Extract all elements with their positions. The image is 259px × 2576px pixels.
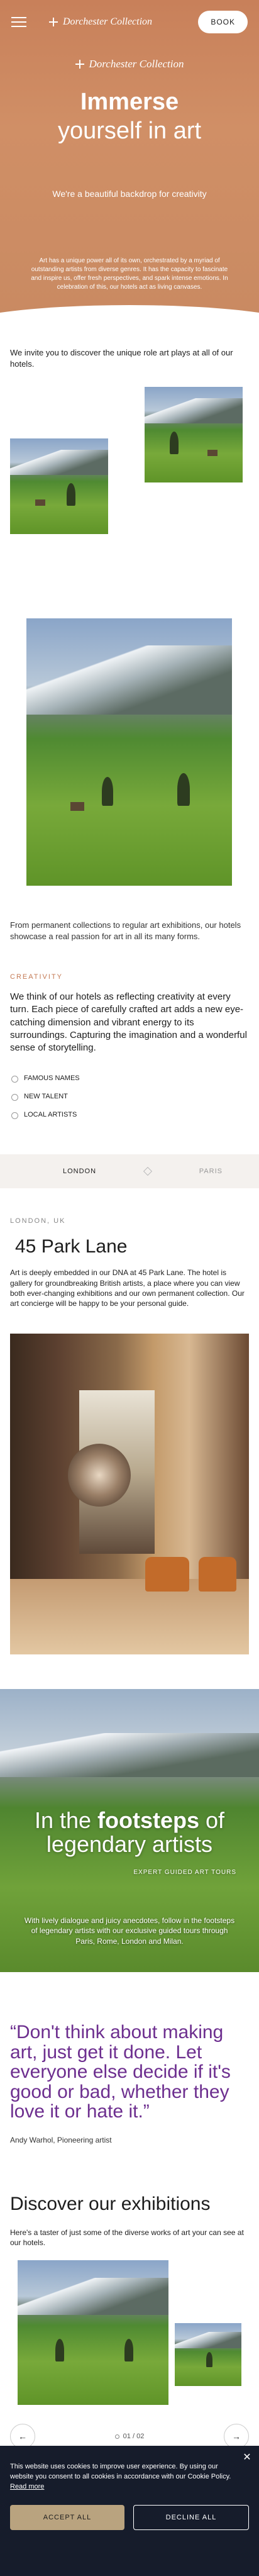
tab-london[interactable]: LONDON [63, 1168, 96, 1175]
menu-icon[interactable] [11, 17, 26, 27]
diamond-separator-icon [143, 1167, 152, 1176]
decline-all-button[interactable]: DECLINE ALL [133, 2504, 249, 2530]
location-title: 45 Park Lane [15, 1236, 128, 1257]
location-eyebrow: LONDON, UK [10, 1217, 66, 1225]
cookie-buttons: ACCEPT ALL DECLINE ALL [10, 2504, 249, 2530]
carousel-slide[interactable] [175, 2323, 241, 2387]
exhibitions-carousel [0, 2260, 259, 2411]
carousel-slide[interactable] [18, 2260, 168, 2406]
cookie-text: This website uses cookies to improve use… [10, 2462, 249, 2492]
feature-item: LOCAL ARTISTS [10, 1106, 249, 1124]
pager-dot-icon [114, 2434, 119, 2439]
exhibitions-title: Discover our exhibitions [10, 2193, 211, 2214]
art-tours-tag: EXPERT GUIDED ART TOURS [133, 1869, 236, 1876]
creativity-section: CREATIVITY We think of our hotels as ref… [0, 942, 259, 1124]
hero-title-line1: Immerse [80, 89, 179, 115]
meadow-image-right [145, 387, 243, 483]
hero-title: Immerse yourself in art [0, 88, 259, 145]
creativity-body: We think of our hotels as reflecting cre… [10, 991, 247, 1054]
meadow-image-left [10, 438, 108, 535]
brand-mark-icon [49, 18, 58, 26]
quote-section: “Don't think about making art, just get … [0, 1972, 259, 2144]
feature-item: NEW TALENT [10, 1088, 249, 1106]
hero-body: Art has a unique power all of its own, o… [31, 257, 228, 291]
hero-logo-text: Dorchester Collection [89, 58, 184, 70]
accept-all-button[interactable]: ACCEPT ALL [10, 2504, 124, 2530]
art-tours-body: With lively dialogue and juicy anecdotes… [24, 1916, 235, 1946]
pager-text: 01 / 02 [123, 2433, 145, 2441]
art-tours-title-pre: In the [34, 1807, 98, 1834]
quote-text: “Don't think about making art, just get … [10, 2022, 231, 2122]
intro-gallery [0, 369, 259, 920]
meadow-image-large [26, 618, 232, 886]
hotel-interior-image [10, 1334, 249, 1655]
hero-title-line2: yourself in art [57, 117, 202, 144]
tab-paris[interactable]: PARIS [199, 1168, 223, 1175]
cookie-banner: ✕ This website uses cookies to improve u… [0, 2446, 259, 2576]
hero-brand-mark-icon [75, 60, 84, 69]
intro-text: We invite you to discover the unique rol… [10, 348, 233, 369]
quote-author: Andy Warhol, Pioneering artist [10, 2135, 112, 2144]
intro-caption: From permanent collections to regular ar… [10, 920, 241, 941]
creativity-eyebrow: CREATIVITY [10, 973, 63, 981]
cookie-message: This website uses cookies to improve use… [10, 2463, 231, 2480]
feature-item: FAMOUS NAMES [10, 1069, 249, 1088]
exhibitions-body: Here's a taster of just some of the dive… [10, 2228, 244, 2247]
top-bar: Dorchester Collection BOOK [0, 0, 259, 44]
location-section: LONDON, UK 45 Park Lane Art is deeply em… [0, 1188, 259, 1308]
cookie-read-more-link[interactable]: Read more [10, 2483, 44, 2490]
feature-list: FAMOUS NAMES NEW TALENT LOCAL ARTISTS [0, 1054, 259, 1124]
hero-logo: Dorchester Collection [0, 58, 259, 70]
brand-name: Dorchester Collection [63, 16, 153, 27]
book-button[interactable]: BOOK [198, 11, 248, 33]
close-icon[interactable]: ✕ [241, 2452, 253, 2463]
art-tours-title: In the footsteps of legendary artists [0, 1809, 259, 1856]
hero: Dorchester Collection BOOK Dorchester Co… [0, 0, 259, 318]
hero-subtitle: We're a beautiful backdrop for creativit… [52, 189, 207, 199]
art-tours-banner: In the footsteps of legendary artists EX… [0, 1689, 259, 1973]
brand-logo[interactable]: Dorchester Collection [49, 16, 152, 28]
art-tours-title-bold: footsteps [97, 1807, 200, 1834]
carousel-pager: 01 / 02 [114, 2433, 145, 2441]
location-tabs: LONDON PARIS [0, 1154, 259, 1189]
location-body: Art is deeply embedded in our DNA at 45 … [10, 1268, 245, 1308]
exhibitions-section: Discover our exhibitions Here's a taster… [0, 2144, 259, 2248]
